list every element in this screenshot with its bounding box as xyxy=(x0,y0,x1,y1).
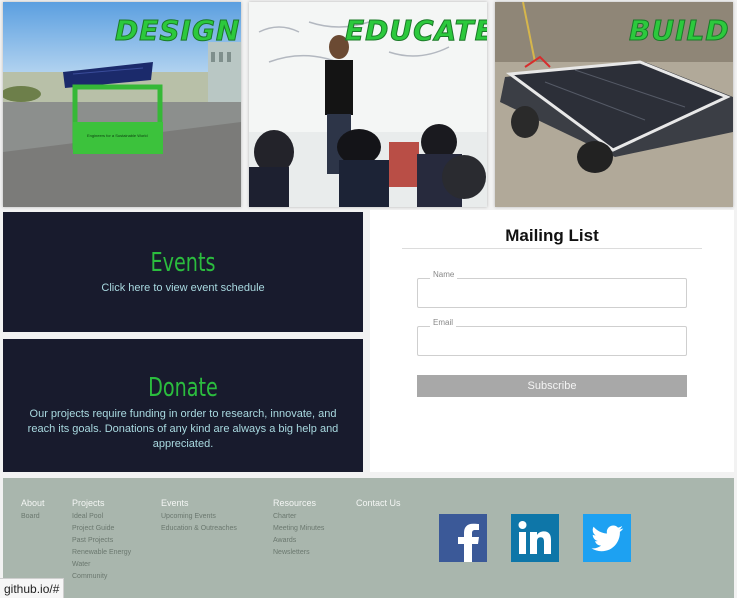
svg-text:Engineers for a Sustainable Wo: Engineers for a Sustainable World xyxy=(87,133,148,138)
hero-title-build: BUILD xyxy=(629,14,730,48)
hero-title-design: DESIGN xyxy=(114,14,241,48)
events-schedule-link[interactable]: Click here to view event schedule xyxy=(3,281,363,296)
hero-title-educate: EDUCATE xyxy=(345,14,487,48)
hero-build-card[interactable]: BUILD xyxy=(495,2,733,207)
footer-link[interactable]: Charter xyxy=(273,511,324,523)
email-input[interactable] xyxy=(418,327,686,355)
status-bar-url: github.io/# xyxy=(0,578,65,598)
footer-col-about: About Board xyxy=(21,498,45,523)
footer-link[interactable]: Project Guide xyxy=(72,523,131,535)
events-title: Events xyxy=(150,248,216,278)
site-footer: About Board Projects Ideal Pool Project … xyxy=(3,478,734,598)
footer-events-link[interactable]: Events xyxy=(161,498,237,508)
mailing-list-title: Mailing List xyxy=(402,226,702,249)
email-label: Email xyxy=(430,318,457,327)
footer-link[interactable]: Upcoming Events xyxy=(161,511,237,523)
footer-about-link[interactable]: About xyxy=(21,498,45,508)
footer-link[interactable]: Community xyxy=(72,571,131,583)
footer-col-contact: Contact Us xyxy=(356,498,401,511)
footer-resources-link[interactable]: Resources xyxy=(273,498,324,508)
footer-col-projects: Projects Ideal Pool Project Guide Past P… xyxy=(72,498,131,583)
events-panel[interactable]: Events Click here to view event schedule xyxy=(3,212,363,332)
mailing-list-form: Mailing List Name Email Subscribe xyxy=(370,210,734,472)
footer-col-resources: Resources Charter Meeting Minutes Awards… xyxy=(273,498,324,559)
donate-panel[interactable]: Donate Our projects require funding in o… xyxy=(3,339,363,472)
footer-col-events: Events Upcoming Events Education & Outre… xyxy=(161,498,237,535)
hero-educate-card[interactable]: EDUCATE xyxy=(249,2,487,207)
hero-design-card[interactable]: Engineers for a Sustainable World DESIGN xyxy=(3,2,241,207)
footer-link[interactable]: Meeting Minutes xyxy=(273,523,324,535)
subscribe-button[interactable]: Subscribe xyxy=(417,375,687,397)
footer-link[interactable]: Renewable Energy xyxy=(72,547,131,559)
footer-link[interactable]: Education & Outreaches xyxy=(161,523,237,535)
email-field[interactable]: Email xyxy=(417,318,687,356)
name-field[interactable]: Name xyxy=(417,270,687,308)
footer-projects-link[interactable]: Projects xyxy=(72,498,131,508)
donate-title: Donate xyxy=(148,373,218,403)
footer-link[interactable]: Past Projects xyxy=(72,535,131,547)
footer-contact-link[interactable]: Contact Us xyxy=(356,498,401,508)
footer-link[interactable]: Awards xyxy=(273,535,324,547)
twitter-icon[interactable] xyxy=(583,514,631,562)
name-input[interactable] xyxy=(418,279,686,307)
footer-link[interactable]: Ideal Pool xyxy=(72,511,131,523)
facebook-icon[interactable] xyxy=(439,514,487,562)
footer-link[interactable]: Water xyxy=(72,559,131,571)
footer-link[interactable]: Board xyxy=(21,511,45,523)
name-label: Name xyxy=(430,270,458,279)
linkedin-icon[interactable] xyxy=(511,514,559,562)
footer-link[interactable]: Newsletters xyxy=(273,547,324,559)
donate-description: Our projects require funding in order to… xyxy=(27,408,339,450)
